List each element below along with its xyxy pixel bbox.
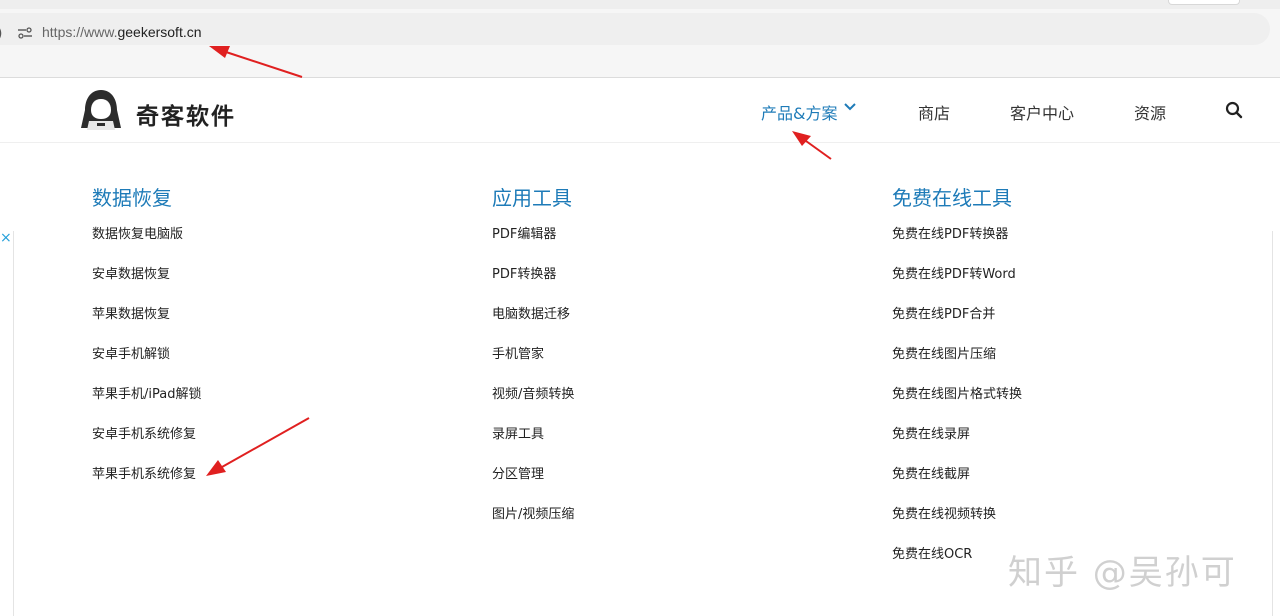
menu-item[interactable]: 视频/音频转换 (492, 387, 852, 427)
menu-item[interactable]: 苹果数据恢复 (92, 307, 452, 347)
back-partial-glyph: ) (0, 26, 2, 42)
menu-item[interactable]: PDF转换器 (492, 267, 852, 307)
chevron-down-icon[interactable] (843, 102, 857, 112)
menu-item[interactable]: PDF编辑器 (492, 227, 852, 267)
menu-item[interactable]: 录屏工具 (492, 427, 852, 467)
menu-item[interactable]: 免费在线视频转换 (892, 507, 1252, 547)
menu-item[interactable]: 手机管家 (492, 347, 852, 387)
url-prefix: https://www. (42, 24, 118, 40)
menu-list: 免费在线PDF转换器 免费在线PDF转Word 免费在线PDF合并 免费在线图片… (892, 227, 1252, 587)
menu-item[interactable]: 免费在线PDF转Word (892, 267, 1252, 307)
penguin-mascot-icon (81, 90, 121, 130)
menu-list: PDF编辑器 PDF转换器 电脑数据迁移 手机管家 视频/音频转换 录屏工具 分… (492, 227, 852, 547)
site-settings-icon[interactable] (17, 27, 33, 39)
menu-item[interactable]: 免费在线PDF转换器 (892, 227, 1252, 267)
menu-list: 数据恢复电脑版 安卓数据恢复 苹果数据恢复 安卓手机解锁 苹果手机/iPad解锁… (92, 227, 452, 507)
menu-item[interactable]: 安卓数据恢复 (92, 267, 452, 307)
browser-address-bar: ) https://www.geekersoft.cn (0, 9, 1280, 49)
menu-item[interactable]: 图片/视频压缩 (492, 507, 852, 547)
menu-item[interactable]: 免费在线PDF合并 (892, 307, 1252, 347)
menu-item[interactable]: 免费在线录屏 (892, 427, 1252, 467)
search-icon[interactable] (1225, 101, 1243, 119)
menu-column-title[interactable]: 数据恢复 (92, 183, 452, 213)
url-host: geekersoft.cn (117, 24, 202, 40)
nav-store[interactable]: 商店 (918, 100, 950, 124)
menu-item[interactable]: 安卓手机系统修复 (92, 427, 452, 467)
url-text[interactable]: https://www.geekersoft.cn (42, 24, 202, 40)
menu-column-data-recovery: 数据恢复 数据恢复电脑版 安卓数据恢复 苹果数据恢复 安卓手机解锁 苹果手机/i… (92, 183, 452, 507)
menu-item[interactable]: 电脑数据迁移 (492, 307, 852, 347)
site-logo[interactable]: 奇客软件 (78, 88, 238, 132)
menu-item[interactable]: 苹果手机/iPad解锁 (92, 387, 452, 427)
menu-item[interactable]: 数据恢复电脑版 (92, 227, 452, 267)
close-icon[interactable]: × (0, 231, 12, 245)
menu-item[interactable]: 免费在线图片格式转换 (892, 387, 1252, 427)
nav-customer-center[interactable]: 客户中心 (1010, 100, 1074, 124)
menu-column-app-tools: 应用工具 PDF编辑器 PDF转换器 电脑数据迁移 手机管家 视频/音频转换 录… (492, 183, 852, 547)
browser-top-strip (0, 0, 1280, 9)
menu-item[interactable]: 安卓手机解锁 (92, 347, 452, 387)
left-side-panel: × (0, 231, 14, 616)
menu-item[interactable]: 分区管理 (492, 467, 852, 507)
brand-name: 奇客软件 (136, 104, 236, 130)
menu-item[interactable]: 免费在线截屏 (892, 467, 1252, 507)
nav-products[interactable]: 产品&方案 (761, 100, 837, 124)
site-header: 奇客软件 产品&方案 商店 客户中心 资源 (0, 78, 1280, 143)
menu-column-free-online-tools: 免费在线工具 免费在线PDF转换器 免费在线PDF转Word 免费在线PDF合并… (892, 183, 1252, 587)
nav-resources[interactable]: 资源 (1134, 100, 1166, 124)
zhihu-watermark: 知乎 @吴孙可 (1008, 553, 1237, 593)
menu-column-title[interactable]: 应用工具 (492, 183, 852, 213)
menu-item-iphone-system-repair[interactable]: 苹果手机系统修复 (92, 467, 452, 507)
menu-column-title[interactable]: 免费在线工具 (892, 183, 1252, 213)
bookmark-bar (0, 49, 1280, 78)
browser-tab-corner[interactable] (1168, 0, 1240, 5)
address-field[interactable]: ) https://www.geekersoft.cn (0, 13, 1270, 45)
menu-item[interactable]: 免费在线图片压缩 (892, 347, 1252, 387)
right-side-panel (1272, 231, 1280, 616)
